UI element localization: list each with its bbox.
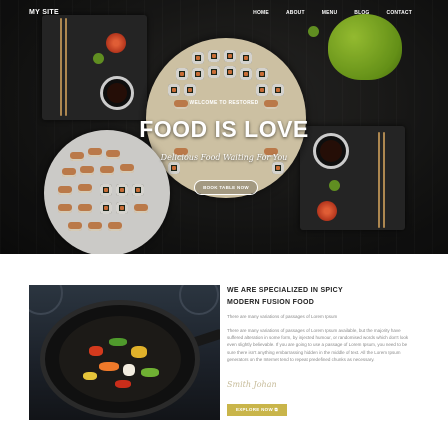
nav-link-menu[interactable]: MENU [322, 10, 338, 16]
about-lead-text: There are many variations of passages of… [227, 314, 338, 319]
nav-link-about[interactable]: ABOUT [286, 10, 305, 16]
about-heading-line2: MODERN FUSION FOOD [227, 299, 315, 306]
site-logo[interactable]: MY SITE [29, 9, 59, 16]
cooking-pan-image [29, 285, 220, 420]
hero-tagline: Delicious Food Waiting For You [160, 153, 288, 162]
nav-link-home[interactable]: HOME [253, 10, 269, 16]
top-navigation: MY SITE HOME ABOUT MENU BLOG CONTACT [0, 0, 448, 26]
book-table-button[interactable]: BOOK TABLE NOW [194, 180, 258, 195]
about-heading-line1: WE ARE SPECIALIZED IN SPICY [227, 287, 343, 294]
nav-link-blog[interactable]: BLOG [354, 10, 369, 16]
nav-link-contact[interactable]: CONTACT [387, 10, 412, 16]
hero-section: MY SITE HOME ABOUT MENU BLOG CONTACT WEL… [0, 0, 448, 254]
chef-signature: Smith Johan [227, 380, 277, 389]
hero-welcome-text: WELCOME TO RESTORED [189, 100, 259, 106]
hero-headline: FOOD IS LOVE [139, 116, 309, 142]
about-body-text: There are many variations of passages of… [227, 328, 409, 362]
explore-now-button[interactable]: EXPLORE NOW ⧉ [227, 404, 287, 416]
nav-links: HOME ABOUT MENU BLOG CONTACT [236, 10, 412, 16]
